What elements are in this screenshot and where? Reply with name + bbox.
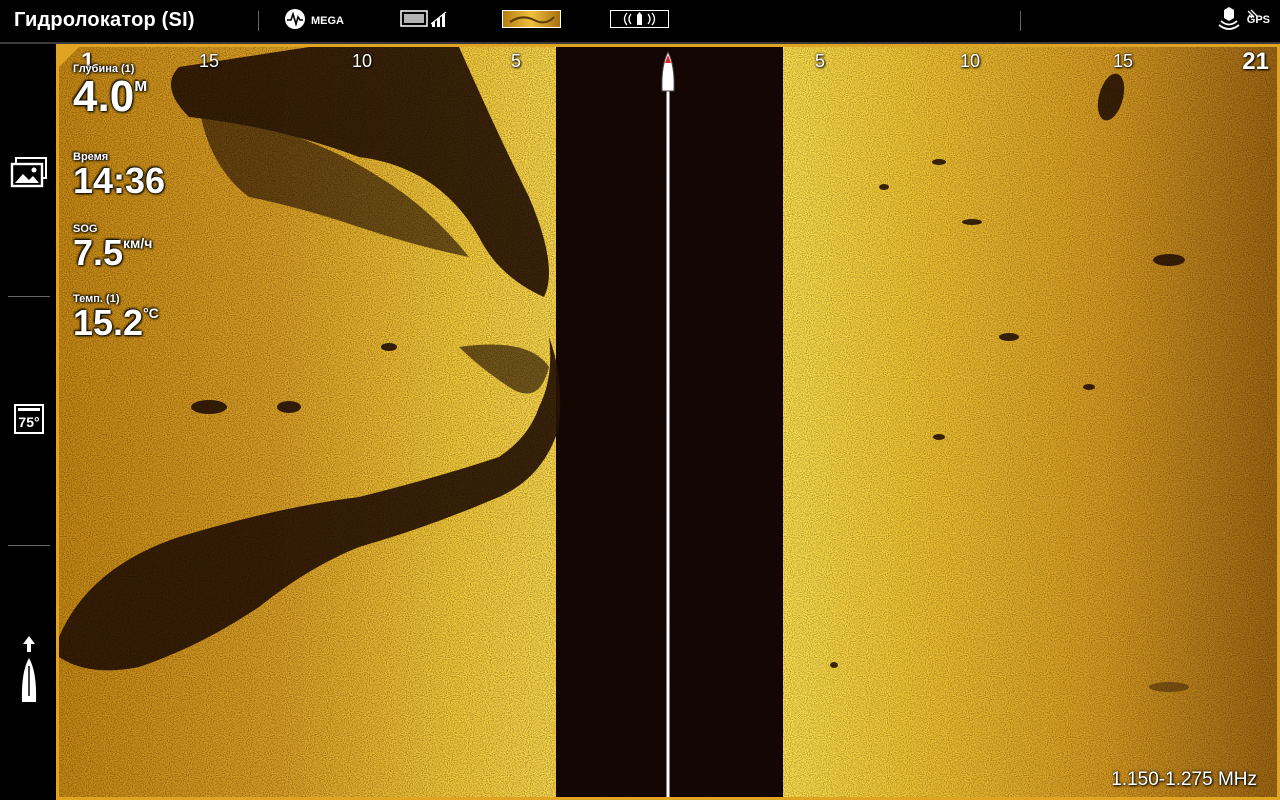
- pulse-icon: [284, 8, 306, 35]
- gps-label: GPS: [1246, 14, 1270, 26]
- sonar-image: [59, 47, 1277, 797]
- divider: [1020, 11, 1021, 31]
- scale-tick: 5: [510, 51, 522, 71]
- mega-label: MEGA: [311, 15, 344, 27]
- scale-tick: 5: [814, 51, 826, 71]
- side-imaging-thumbnail-icon: [502, 8, 562, 35]
- top-bar: Гидролокатор (SI) MEGA GPS: [0, 0, 1280, 44]
- beam-angle-value: 75°: [18, 414, 40, 430]
- chart-sonar-icon: [400, 8, 450, 35]
- beam-angle-button[interactable]: 75°: [8, 404, 50, 434]
- beam-angle-icon: 75°: [14, 404, 44, 434]
- page-title: Гидролокатор (SI): [14, 9, 195, 31]
- sonar-signal-icon: [1218, 6, 1240, 37]
- temperature-value: 15.2: [73, 302, 144, 343]
- temperature-readout: Темп. (1) 15.2°C: [73, 293, 159, 341]
- divider: [258, 11, 259, 31]
- time-readout: Время 14:36: [73, 151, 165, 199]
- starboard-grain: [783, 47, 1277, 797]
- chart-view-button[interactable]: [400, 8, 450, 34]
- scale-edge-right: 21: [1242, 48, 1269, 75]
- depth-readout: Глубина (1) 4.0м: [73, 63, 148, 119]
- divider: [8, 545, 50, 546]
- sonar-transmit-button[interactable]: [610, 8, 670, 34]
- sonar-status-button[interactable]: [1218, 6, 1240, 37]
- left-toolbar: 75°: [0, 44, 56, 800]
- photo-gallery-icon: [10, 156, 48, 193]
- sog-readout: SOG 7.5км/ч: [73, 223, 152, 271]
- frequency-readout: 1.150-1.275 MHz: [1111, 769, 1257, 790]
- mega-mode-button[interactable]: MEGA: [284, 8, 344, 34]
- side-imaging-view[interactable]: 1 15 10 5 5 10 15 21 Глубина (1) 4.0м Вр…: [56, 44, 1280, 800]
- scale-tick: 10: [351, 51, 373, 71]
- scale-tick: 15: [198, 51, 220, 71]
- depth-value: 4.0: [73, 72, 135, 121]
- boat-up-icon: [17, 636, 41, 711]
- temperature-unit: °C: [143, 305, 159, 321]
- gallery-button[interactable]: [8, 156, 50, 193]
- sog-unit: км/ч: [123, 235, 153, 251]
- boat-sonar-icon: [610, 8, 670, 35]
- side-imaging-view-button[interactable]: [502, 8, 562, 34]
- boat-heading-button[interactable]: [8, 636, 50, 711]
- depth-unit: м: [134, 75, 148, 95]
- time-value: 14:36: [73, 160, 166, 201]
- scale-tick: 15: [1112, 51, 1134, 71]
- divider: [8, 296, 50, 297]
- scale-tick: 10: [959, 51, 981, 71]
- sog-value: 7.5: [73, 232, 124, 273]
